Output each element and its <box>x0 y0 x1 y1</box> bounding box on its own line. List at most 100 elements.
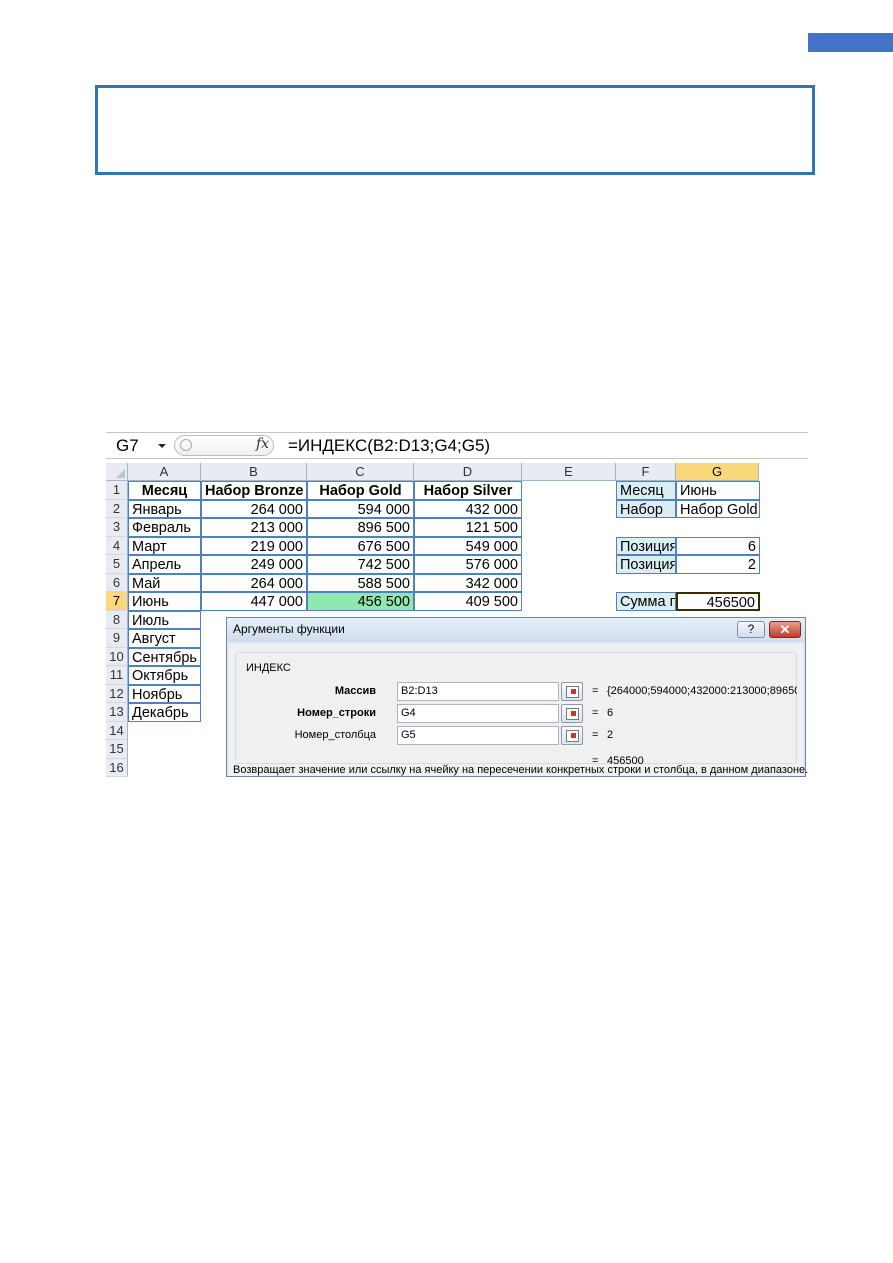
value-cell[interactable]: 432 000 <box>414 499 522 518</box>
column-header-a[interactable]: A <box>128 463 201 481</box>
collapse-dialog-icon[interactable] <box>561 704 583 723</box>
row-header-9[interactable]: 9 <box>106 629 128 648</box>
dialog-titlebar: Аргументы функции ? ✕ <box>227 618 805 642</box>
arg-label-array: Массив <box>334 685 376 697</box>
value-cell[interactable]: 264 000 <box>201 499 307 518</box>
table-header[interactable]: Набор Bronze <box>201 481 307 500</box>
title-frame <box>95 85 815 175</box>
value-cell[interactable]: 588 500 <box>307 573 414 592</box>
collapse-dialog-icon[interactable] <box>561 682 583 701</box>
month-cell[interactable]: Февраль <box>128 518 201 537</box>
arg-result-column: 2 <box>607 729 614 741</box>
month-cell[interactable]: Июль <box>128 610 201 629</box>
column-header-c[interactable]: C <box>307 463 414 481</box>
value-cell[interactable]: 121 500 <box>414 518 522 537</box>
arg-equals: = <box>592 729 599 741</box>
value-cell[interactable]: 342 000 <box>414 573 522 592</box>
month-cell[interactable]: Сентябрь <box>128 647 201 666</box>
month-cell[interactable]: Март <box>128 536 201 555</box>
row-header-8[interactable]: 8 <box>106 610 128 629</box>
panel-value[interactable]: Набор Gold <box>676 499 760 518</box>
arg-result-array: {264000;594000;432000:213000;89650 <box>607 685 797 697</box>
panel-label[interactable]: Набор <box>616 499 676 518</box>
column-header-e[interactable]: E <box>522 463 616 481</box>
function-name: ИНДЕКС <box>246 662 291 674</box>
row-header-1[interactable]: 1 <box>106 481 128 500</box>
close-button[interactable]: ✕ <box>769 621 801 638</box>
month-cell[interactable]: Октябрь <box>128 666 201 685</box>
value-cell[interactable]: 676 500 <box>307 536 414 555</box>
row-header-10[interactable]: 10 <box>106 647 128 666</box>
resize-handle-icon[interactable] <box>180 439 192 451</box>
value-cell[interactable]: 249 000 <box>201 555 307 574</box>
row-header-14[interactable]: 14 <box>106 721 128 740</box>
row-header-12[interactable]: 12 <box>106 684 128 703</box>
arg-input-array[interactable]: B2:D13 <box>397 682 559 701</box>
row-header-13[interactable]: 13 <box>106 703 128 722</box>
table-header[interactable]: Набор Silver <box>414 481 522 500</box>
active-cell[interactable]: 456500 <box>676 592 760 611</box>
insert-function-icon[interactable]: fx <box>256 436 269 452</box>
row-header-6[interactable]: 6 <box>106 573 128 592</box>
arg-label-column: Номер_столбца <box>294 729 376 741</box>
column-header-g[interactable]: G <box>676 463 759 481</box>
panel-label[interactable]: Месяц <box>616 481 676 500</box>
month-cell[interactable]: Апрель <box>128 555 201 574</box>
row-header-5[interactable]: 5 <box>106 555 128 574</box>
row-header-3[interactable]: 3 <box>106 518 128 537</box>
arg-input-column[interactable]: G5 <box>397 726 559 745</box>
panel-label[interactable]: Позиция набора <box>616 555 676 574</box>
column-header-f[interactable]: F <box>616 463 676 481</box>
panel-label[interactable]: Сумма продажи <box>616 592 676 611</box>
value-cell[interactable]: 213 000 <box>201 518 307 537</box>
row-header-2[interactable]: 2 <box>106 499 128 518</box>
month-cell[interactable]: Июнь <box>128 592 201 611</box>
value-cell[interactable]: 264 000 <box>201 573 307 592</box>
arg-equals: = <box>592 685 599 697</box>
row-header-11[interactable]: 11 <box>106 666 128 685</box>
value-cell[interactable]: 896 500 <box>307 518 414 537</box>
formula-bar: G7 fx =ИНДЕКС(B2:D13;G4;G5) <box>106 432 808 459</box>
chevron-down-icon[interactable] <box>158 444 166 448</box>
table-header[interactable]: Месяц <box>128 481 201 500</box>
arg-result-row: 6 <box>607 707 614 719</box>
value-cell[interactable]: 742 500 <box>307 555 414 574</box>
arguments-group: ИНДЕКС Массив B2:D13 = {264000;594000;43… <box>235 652 797 767</box>
page-corner-tab <box>808 33 893 52</box>
column-header-d[interactable]: D <box>414 463 522 481</box>
row-header-16[interactable]: 16 <box>106 758 128 777</box>
table-header[interactable]: Набор Gold <box>307 481 414 500</box>
panel-label[interactable]: Позиция месяца <box>616 536 676 555</box>
panel-value[interactable]: 6 <box>676 536 760 555</box>
arg-label-row: Номер_строки <box>297 707 376 719</box>
row-header-4[interactable]: 4 <box>106 536 128 555</box>
dialog-body: ИНДЕКС Массив B2:D13 = {264000;594000;43… <box>229 644 808 776</box>
value-cell[interactable]: 447 000 <box>201 592 307 611</box>
value-cell[interactable]: 409 500 <box>414 592 522 611</box>
month-cell[interactable]: Декабрь <box>128 703 201 722</box>
function-arguments-dialog: Аргументы функции ? ✕ ИНДЕКС Массив B2:D… <box>226 617 808 777</box>
month-cell[interactable]: Ноябрь <box>128 684 201 703</box>
dialog-title: Аргументы функции <box>233 622 345 636</box>
row-header-7[interactable]: 7 <box>106 592 128 611</box>
column-header-b[interactable]: B <box>201 463 307 481</box>
panel-value[interactable]: Июнь <box>676 481 760 500</box>
function-description: Возвращает значение или ссылку на ячейку… <box>233 764 808 776</box>
value-cell[interactable]: 576 000 <box>414 555 522 574</box>
value-cell[interactable]: 219 000 <box>201 536 307 555</box>
arg-equals: = <box>592 707 599 719</box>
formula-input[interactable]: =ИНДЕКС(B2:D13;G4;G5) <box>288 435 490 457</box>
month-cell[interactable]: Май <box>128 573 201 592</box>
select-all-button[interactable] <box>106 463 128 481</box>
month-cell[interactable]: Январь <box>128 499 201 518</box>
row-header-15[interactable]: 15 <box>106 740 128 759</box>
value-cell[interactable]: 456 500 <box>307 592 414 611</box>
panel-value[interactable]: 2 <box>676 555 760 574</box>
excel-screenshot: G7 fx =ИНДЕКС(B2:D13;G4;G5) ABCDEFG12345… <box>106 432 808 777</box>
arg-input-row[interactable]: G4 <box>397 704 559 723</box>
collapse-dialog-icon[interactable] <box>561 726 583 745</box>
month-cell[interactable]: Август <box>128 629 201 648</box>
value-cell[interactable]: 549 000 <box>414 536 522 555</box>
value-cell[interactable]: 594 000 <box>307 499 414 518</box>
help-button[interactable]: ? <box>737 621 765 638</box>
